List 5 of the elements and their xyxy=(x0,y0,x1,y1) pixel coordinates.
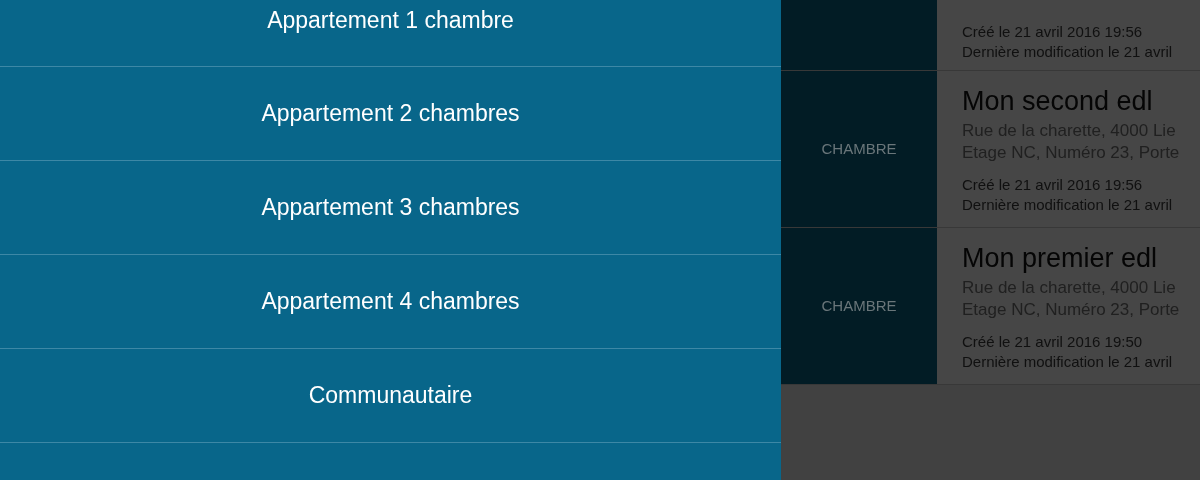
card-title: Mon second edl xyxy=(962,85,1154,117)
type-label: CHAMBRE xyxy=(821,295,897,316)
menu-item[interactable]: Appartement 1 chambre xyxy=(0,0,781,67)
card-title: Mon premier edl xyxy=(962,242,1159,274)
type-label: CHAMBRE xyxy=(821,138,897,159)
